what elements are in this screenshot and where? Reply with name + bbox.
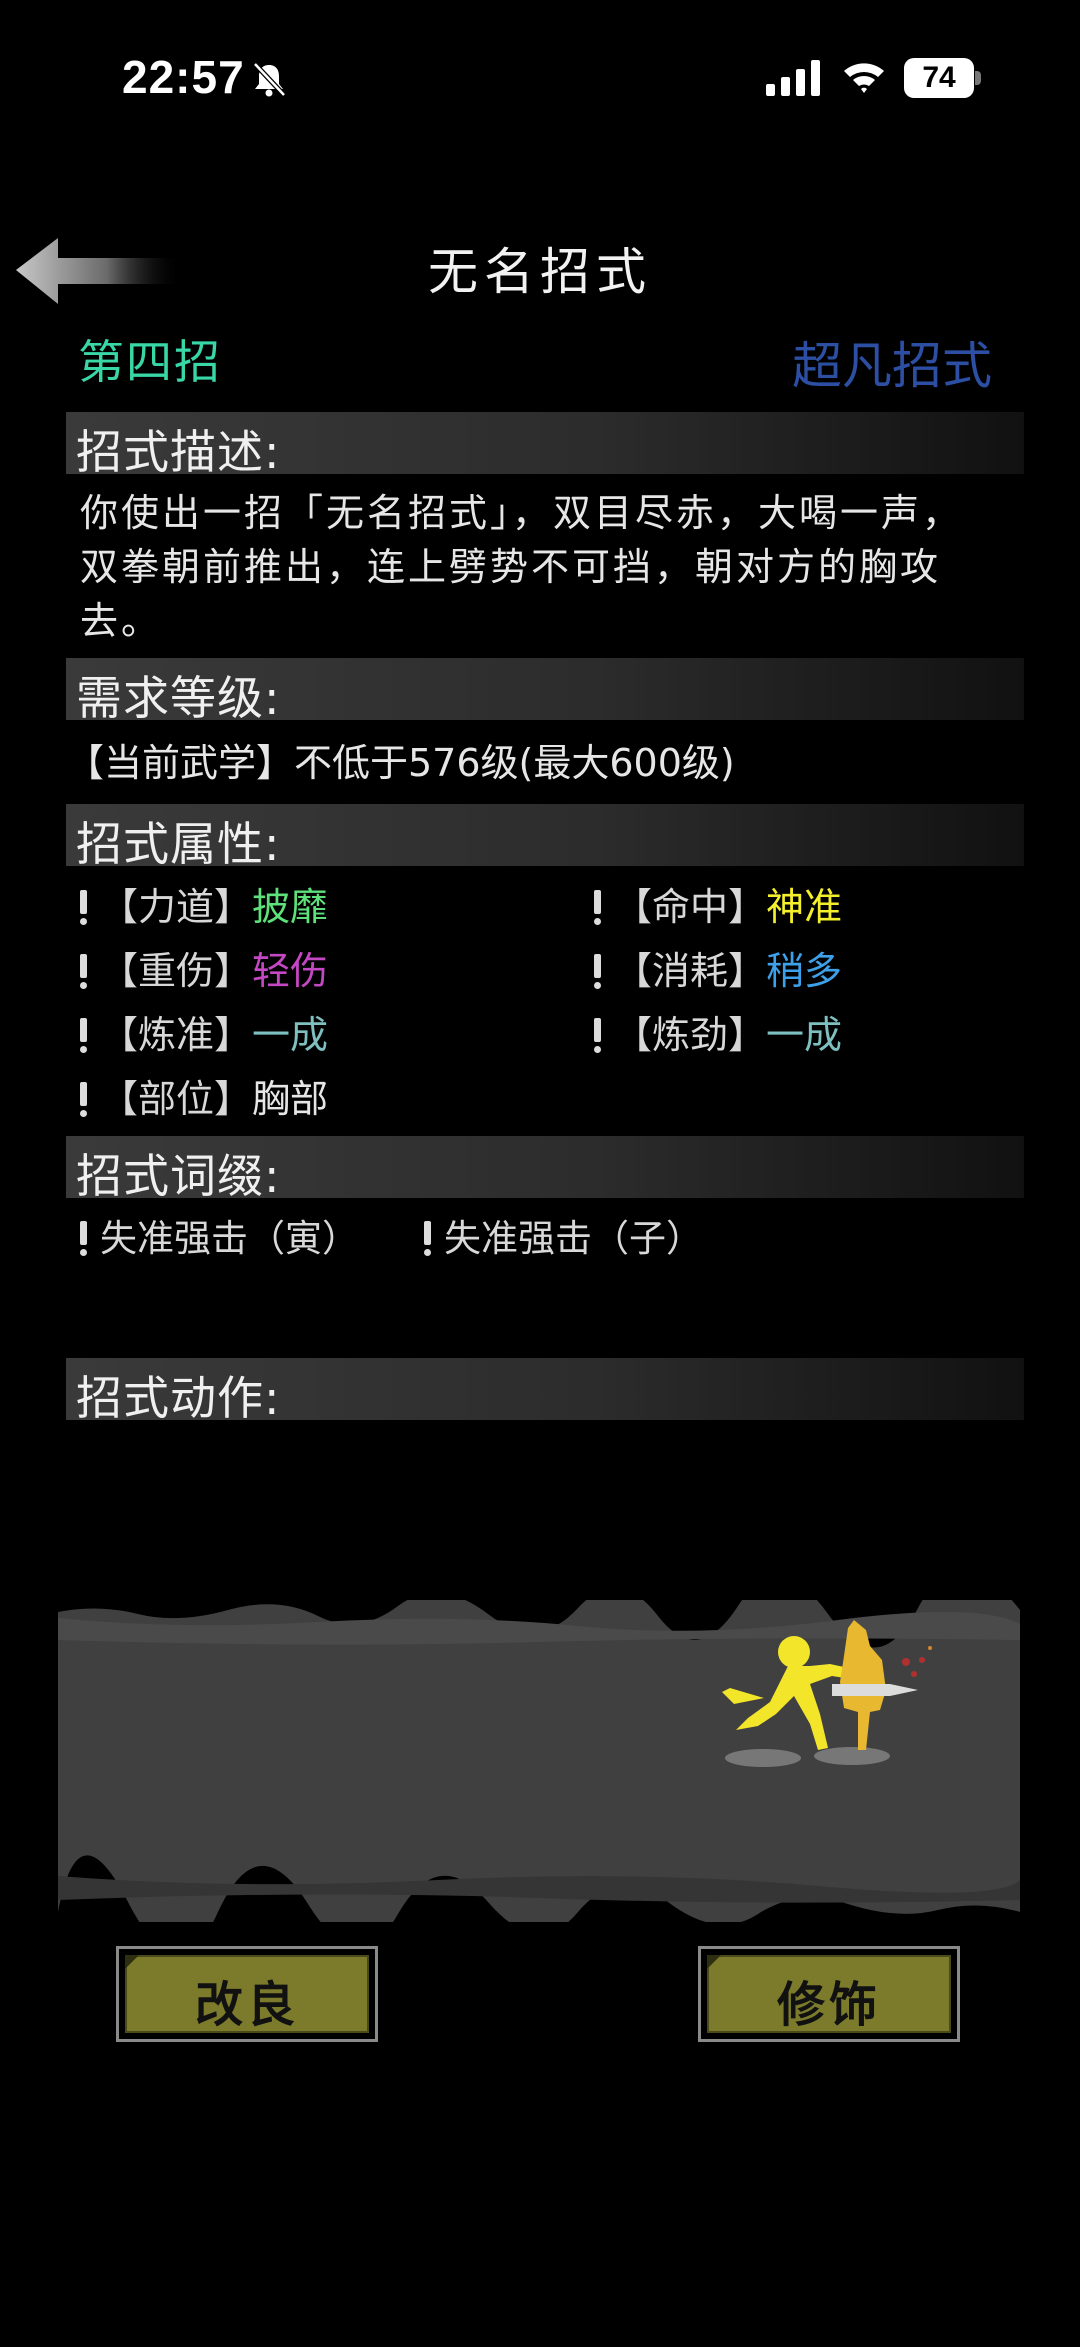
info-exclamation-icon xyxy=(78,1018,88,1053)
section-title: 招式描述: xyxy=(76,425,281,479)
section-header-requirement: 需求等级: xyxy=(66,658,1024,725)
battery-icon: 74 xyxy=(904,58,982,98)
section-title: 需求等级: xyxy=(76,671,281,725)
cellular-signal-icon xyxy=(766,60,820,96)
attribute-refine-accuracy[interactable]: 【炼准】一成 xyxy=(78,1004,328,1059)
decorate-button[interactable]: 修饰 xyxy=(698,1946,960,2042)
improve-button[interactable]: 改良 xyxy=(116,1946,378,2042)
attribute-cost[interactable]: 【消耗】稍多 xyxy=(592,940,842,995)
attribute-target-part[interactable]: 【部位】胸部 xyxy=(78,1068,328,1123)
attribute-refine-force[interactable]: 【炼劲】一成 xyxy=(592,1004,842,1059)
page-title: 无名招式 xyxy=(428,243,652,301)
move-number: 第四招 xyxy=(78,335,222,389)
affix-item[interactable]: 失准强击（寅） xyxy=(78,1208,359,1262)
silent-bell-icon xyxy=(253,62,286,97)
status-time: 22:57 xyxy=(122,51,245,103)
attribute-accuracy[interactable]: 【命中】神准 xyxy=(592,876,842,931)
move-grade: 超凡招式 xyxy=(792,338,992,394)
section-title: 招式属性: xyxy=(76,817,281,871)
attribute-injury[interactable]: 【重伤】轻伤 xyxy=(78,940,328,995)
info-exclamation-icon xyxy=(78,954,88,989)
section-header-description: 招式描述: xyxy=(66,412,1024,479)
attribute-strength[interactable]: 【力道】披靡 xyxy=(78,876,328,931)
info-exclamation-icon xyxy=(592,954,602,989)
info-exclamation-icon xyxy=(78,890,88,925)
move-description: 你使出一招「无名招式」，双目尽赤，大喝一声，双拳朝前推出，连上劈势不可挡，朝对方… xyxy=(80,491,964,643)
section-header-affixes: 招式词缀: xyxy=(66,1136,1024,1203)
info-exclamation-icon xyxy=(78,1221,88,1256)
action-preview-stage xyxy=(58,1600,1020,1922)
wifi-icon xyxy=(844,63,884,93)
battery-level: 74 xyxy=(904,58,974,98)
section-header-action: 招式动作: xyxy=(66,1358,1024,1425)
info-exclamation-icon xyxy=(78,1082,88,1117)
info-exclamation-icon xyxy=(592,1018,602,1053)
section-header-attributes: 招式属性: xyxy=(66,804,1024,871)
affix-item[interactable]: 失准强击（子） xyxy=(422,1208,703,1262)
info-exclamation-icon xyxy=(592,890,602,925)
level-requirement: 【当前武学】不低于576级(最大600级) xyxy=(66,741,735,785)
section-title: 招式动作: xyxy=(76,1371,281,1425)
info-exclamation-icon xyxy=(422,1221,432,1256)
section-title: 招式词缀: xyxy=(76,1149,281,1203)
